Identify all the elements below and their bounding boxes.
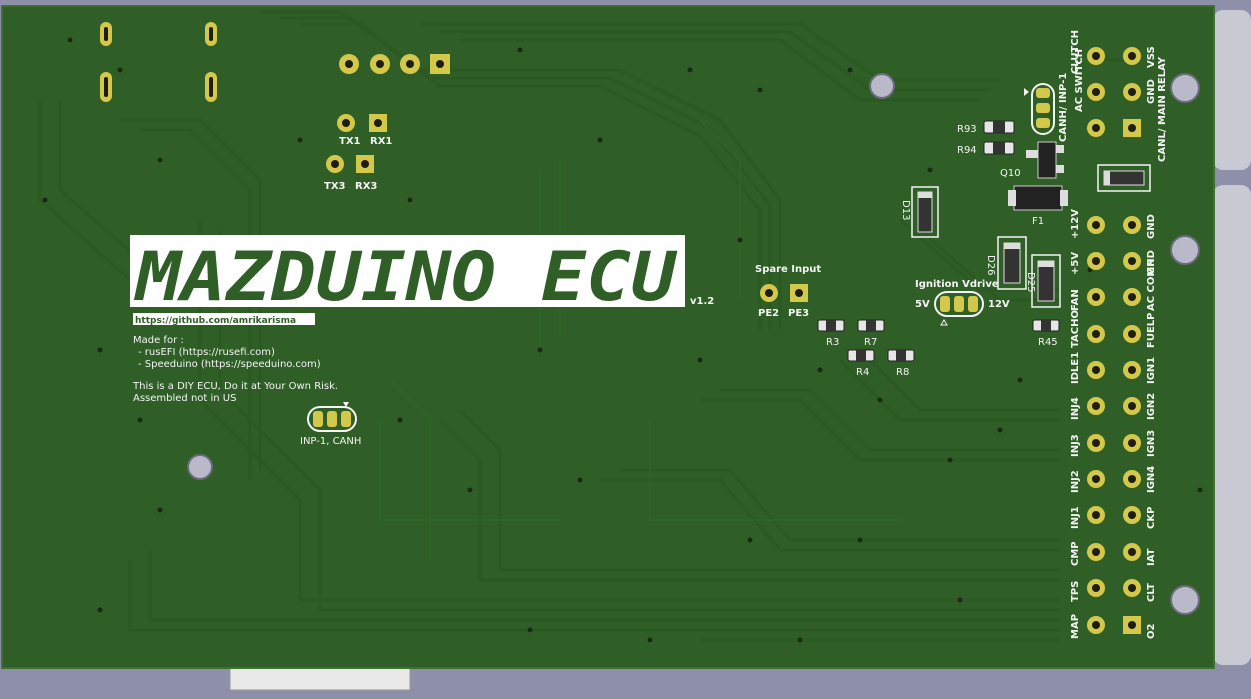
label-ignition-vdrive: Ignition Vdrive (915, 279, 999, 290)
board-version: v1.2 (690, 296, 714, 307)
label-canl-main-relay: CANL/ MAIN RELAY (1157, 56, 1168, 162)
mounting-hole (1170, 73, 1200, 103)
board-url: https://github.com/amrikarisma (135, 316, 296, 326)
board-title: MAZDUINO ECU (134, 238, 678, 317)
label-d13: D13 (900, 200, 911, 220)
connector-label-clutch: CLUTCH (1070, 30, 1081, 74)
label-r3: R3 (826, 337, 839, 348)
made-for-label: Made for : (133, 335, 184, 346)
label-5v: 5V (915, 299, 930, 310)
made-for-speeduino: - Speeduino (https://speeduino.com) (138, 359, 321, 370)
connector-label-right: AC COMP (1146, 259, 1157, 311)
made-for-rusefi: - rusEFI (https://rusefi.com) (138, 347, 275, 358)
connector-label-right: FUELP (1146, 313, 1157, 348)
label-canh-inp: CANH/ INP-1 (1058, 73, 1069, 142)
label-pe3: PE3 (788, 308, 809, 319)
label-r7: R7 (864, 337, 877, 348)
disclaimer-line1: This is a DIY ECU, Do it at Your Own Ris… (132, 381, 338, 392)
label-12v: 12V (988, 299, 1010, 310)
connector-label-left: TACHO (1070, 310, 1081, 348)
connector-label-left: +12V (1070, 209, 1081, 239)
label-r8: R8 (896, 367, 909, 378)
pcb-board: TX1 RX1 TX3 RX3 MAZDUINO ECU v1.2 https:… (1, 5, 1251, 691)
connector-label-right: GND (1146, 214, 1157, 239)
disclaimer-line2: Assembled not in US (133, 393, 236, 404)
connector-label-right: IGN3 (1146, 430, 1157, 457)
connector-label-right: IGN1 (1146, 357, 1157, 384)
connector-housing-bottom (1213, 185, 1251, 665)
label-r45: R45 (1038, 337, 1058, 348)
label-q10: Q10 (1000, 168, 1021, 179)
connector-label-right: IGN4 (1146, 466, 1157, 493)
label-r93: R93 (957, 124, 977, 135)
label-f1: F1 (1032, 216, 1044, 227)
mounting-hole (187, 454, 213, 480)
connector-label-left: MAP (1070, 614, 1081, 639)
label-d25: D25 (1025, 272, 1036, 292)
label-d26: D26 (985, 255, 996, 275)
label-r4: R4 (856, 367, 869, 378)
connector-label-right: IAT (1146, 548, 1157, 566)
fuse-f1 (1008, 185, 1068, 211)
connector-label-left: FAN (1070, 289, 1081, 311)
label-inp-canh: INP-1, CANH (300, 436, 361, 447)
label-tx1: TX1 (339, 136, 361, 147)
label-rx3: RX3 (355, 181, 377, 192)
connector-label-right: CLT (1146, 583, 1157, 602)
connector-label-left: INJ1 (1070, 506, 1081, 529)
connector-label-right: CKP (1146, 507, 1157, 529)
connector-label-right: IGN2 (1146, 393, 1157, 420)
label-tx3: TX3 (324, 181, 346, 192)
connector-label-left: +5V (1070, 252, 1081, 275)
connector-housing-top (1213, 10, 1251, 170)
connector-label-left: IDLE1 (1070, 352, 1081, 384)
connector-label-left: INJ3 (1070, 434, 1081, 457)
label-r94: R94 (957, 145, 977, 156)
connector-label-left: CMP (1070, 541, 1081, 566)
connector-label-left: INJ2 (1070, 470, 1081, 493)
mounting-hole (1170, 235, 1200, 265)
connector-label-left: TPS (1070, 581, 1081, 602)
mounting-hole (869, 73, 895, 99)
label-pe2: PE2 (758, 308, 779, 319)
label-spare-input: Spare Input (755, 264, 821, 275)
connector-label-gnd: GND (1146, 79, 1157, 104)
mounting-hole (1170, 585, 1200, 615)
connector-label-left: INJ4 (1070, 397, 1081, 420)
connector-label-vss: VSS (1146, 46, 1157, 68)
connector-label-right: O2 (1146, 623, 1157, 639)
label-rx1: RX1 (370, 136, 392, 147)
